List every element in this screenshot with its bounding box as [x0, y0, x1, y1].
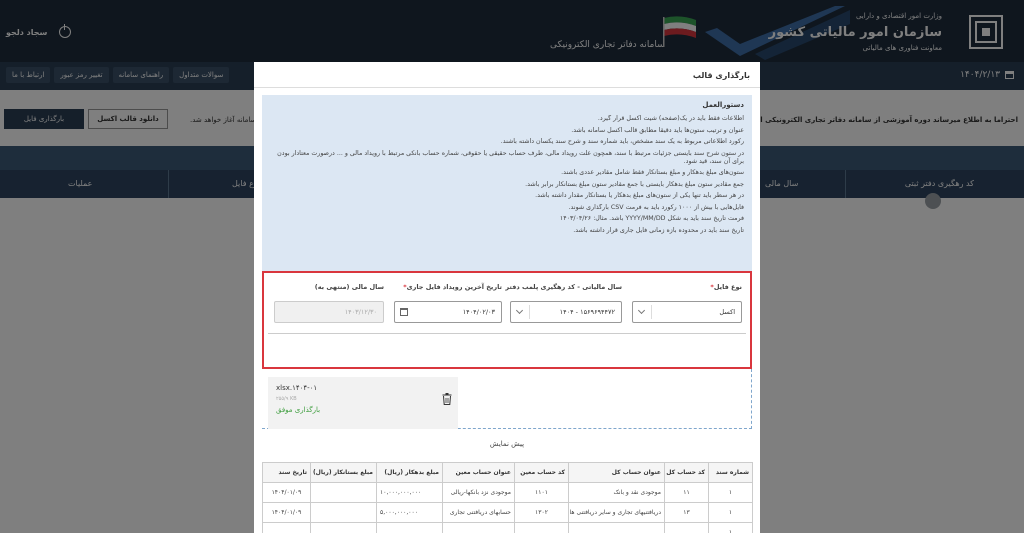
instruction-line: فایل‌هایی با بیش از ۱۰۰۰ رکورد باید به ف…: [568, 203, 744, 211]
uploaded-file-size: ۲۵۵/۹ KB: [276, 396, 297, 402]
table-row: ۱: [262, 522, 753, 533]
header-subsidiary-account-title: عنوان حساب معین: [442, 462, 515, 483]
header-subsidiary-account-code: کد حساب معین: [514, 462, 569, 483]
header-doc-date: تاریخ سند: [262, 462, 311, 483]
file-type-select[interactable]: اکسل: [632, 301, 742, 323]
upload-form-section: نوع فایل* اکسل سال مالیاتی - کد رهگیری پ…: [262, 271, 752, 369]
header-debit-amount: مبلغ بدهکار (ریال): [376, 462, 443, 483]
cell: [514, 522, 569, 533]
chevron-down-icon: [637, 306, 646, 315]
table-row: ۱ ۱۳ دریافتنیهای تجاری و سایر دریافتنی ه…: [262, 502, 753, 523]
table-row: ۱ ۱۱ موجودی نقد و بانک ۱۱۰۱ موجودی نزد ب…: [262, 482, 753, 503]
instruction-line: در ستون شرح سند بایستی جزئیات مرتبط با س…: [277, 149, 744, 165]
instructions-title: دستورالعمل: [702, 101, 744, 109]
last-event-date-input[interactable]: ۱۴۰۴/۰۲/۰۳: [394, 301, 502, 323]
header-credit-amount: مبلغ بستانکار (ریال): [310, 462, 377, 483]
instruction-line: اطلاعات فقط باید در یک(صفحه) شیت اکسل قر…: [597, 115, 744, 122]
fiscal-year-tracking-value: ۱۵۶۹۶۹۴۴۷۲ - ۱۴۰۴: [559, 308, 615, 316]
fiscal-year-tracking-label: سال مالیاتی - کد رهگیری پلمب دفتر: [505, 283, 622, 291]
trash-icon[interactable]: [442, 393, 452, 405]
cell: [376, 522, 443, 533]
cell: ۱۱: [664, 482, 709, 503]
cell: [568, 522, 665, 533]
cell: ۱: [708, 522, 753, 533]
preview-title: پیش نمایش: [489, 440, 525, 448]
file-type-value: اکسل: [719, 308, 735, 316]
instruction-line: عنوان و ترتیب ستون‌ها باید دقیقا مطابق ق…: [571, 126, 744, 134]
instruction-line: جمع مقادیر ستون مبلغ بدهکار بایستی با جم…: [525, 180, 744, 188]
preview-table: شماره سند کد حساب کل عنوان حساب کل کد حس…: [262, 462, 753, 533]
last-event-date-label-text: تاریخ آخرین رویداد فایل جاری: [406, 283, 502, 291]
form-divider: [268, 333, 746, 334]
cell: ۱۳: [664, 502, 709, 523]
chevron-down-icon: [515, 306, 524, 315]
cell: موجودی نزد بانکها-ریالی: [442, 482, 515, 503]
uploaded-file-card: xlsx.۱۴۰۴-۰۱ ۲۵۵/۹ KB بارگذاری موفق: [268, 377, 458, 429]
cell: [310, 502, 377, 523]
instruction-line: در هر سطر باید تنها یکی از ستون‌های مبلغ…: [535, 192, 744, 199]
cell: [310, 482, 377, 503]
calendar-icon[interactable]: [400, 308, 408, 316]
header-general-account-title: عنوان حساب کل: [568, 462, 665, 483]
cell: ۱۰,۰۰۰,۰۰۰,۰۰۰: [376, 482, 443, 503]
cell: ۱۳۰۲: [514, 502, 569, 523]
fiscal-year-tracking-select[interactable]: ۱۵۶۹۶۹۴۴۷۲ - ۱۴۰۴: [510, 301, 622, 323]
select-divider: [529, 305, 530, 319]
header-general-account-code: کد حساب کل: [664, 462, 709, 483]
upload-status: بارگذاری موفق: [276, 406, 321, 414]
preview-table-header: شماره سند کد حساب کل عنوان حساب کل کد حس…: [262, 462, 753, 483]
instruction-line: تاریخ سند باید در محدوده بازه زمانی فایل…: [573, 226, 744, 234]
instruction-line: رکورد اطلاعاتی مربوط به یک سند مشخص، بای…: [500, 138, 744, 145]
cell: ۵,۰۰۰,۰۰۰,۰۰۰: [376, 502, 443, 523]
cell: ۱۴۰۴/۰۱/۰۹: [262, 502, 311, 523]
cell: موجودی نقد و بانک: [568, 482, 665, 503]
cell: ۱: [708, 482, 753, 503]
uploaded-file-name: xlsx.۱۴۰۴-۰۱: [276, 384, 318, 392]
select-divider: [651, 305, 652, 319]
instructions-panel: دستورالعمل اطلاعات فقط باید در یک(صفحه) …: [262, 95, 752, 271]
cell: ۱۱۰۱: [514, 482, 569, 503]
last-event-date-label: تاریخ آخرین رویداد فایل جاری*: [403, 283, 502, 291]
file-type-label-text: نوع فایل: [713, 283, 742, 291]
header-doc-number: شماره سند: [708, 462, 753, 483]
cell: حسابهای دریافتنی تجاری: [442, 502, 515, 523]
file-dropzone[interactable]: xlsx.۱۴۰۴-۰۱ ۲۵۵/۹ KB بارگذاری موفق: [262, 369, 752, 429]
last-event-date-value: ۱۴۰۴/۰۲/۰۳: [462, 308, 495, 316]
fiscal-year-end-value: ۱۴۰۳/۱۲/۳۰: [344, 308, 377, 316]
instruction-line: فرمت تاریخ سند باید به شکل YYYY/MM/DD با…: [559, 215, 744, 222]
cell: [310, 522, 377, 533]
fiscal-year-end-label: سال مالی (منتهی به): [314, 283, 384, 291]
file-type-label: نوع فایل*: [710, 283, 742, 291]
modal-title: بارگذاری قالب: [254, 62, 760, 88]
cell: ۱: [708, 502, 753, 523]
fiscal-year-end-input: ۱۴۰۳/۱۲/۳۰: [274, 301, 384, 323]
cell: [262, 522, 311, 533]
cell: [442, 522, 515, 533]
cell: [664, 522, 709, 533]
upload-template-modal: بارگذاری قالب دستورالعمل اطلاعات فقط بای…: [254, 62, 760, 533]
cell: ۱۴۰۴/۰۱/۰۹: [262, 482, 311, 503]
cell: دریافتنیهای تجاری و سایر دریافتنی ها: [568, 502, 665, 523]
instruction-line: ستون‌های مبلغ بدهکار و مبلغ بستانکار فقط…: [561, 169, 744, 176]
